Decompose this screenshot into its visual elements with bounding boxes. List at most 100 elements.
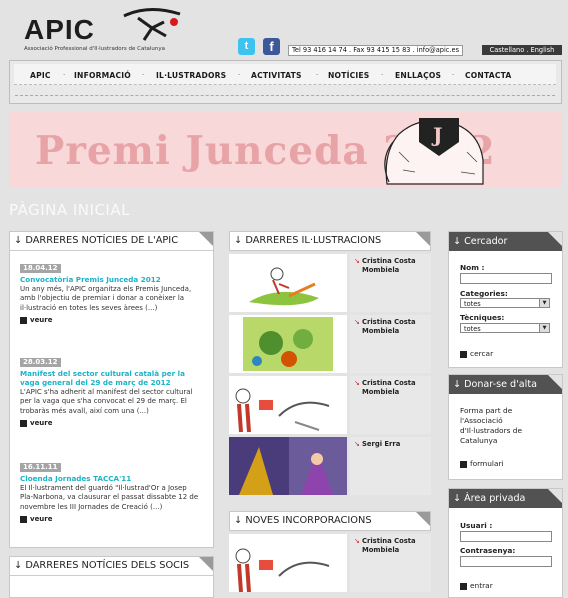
illustration-item[interactable]: ↘ Cristina Costa Mombiela (229, 254, 431, 312)
illustration-item[interactable]: ↘ Cristina Costa Mombiela (229, 376, 431, 434)
arrow-icon: ↘ (354, 379, 360, 387)
news-text: El Il·lustrament del guardó "Il·lustrad'… (20, 484, 199, 511)
read-more-button[interactable]: veure (20, 419, 200, 427)
read-more-button[interactable]: veure (20, 515, 200, 523)
signup-form-button[interactable]: formulari (460, 459, 504, 468)
illustrations-heading-text: ↓ DARRERES IL·LUSTRACIONS (234, 235, 382, 246)
illustration-item[interactable]: ↘ Cristina Costa Mombiela (229, 315, 431, 373)
logo-runner-icon (123, 8, 181, 41)
page-title: PÀGINA INICIAL (9, 201, 130, 219)
illustration-author[interactable]: Cristina Costa Mombiela (362, 379, 430, 397)
illustration-thumbnail[interactable] (229, 315, 347, 373)
name-input[interactable] (460, 273, 552, 284)
nav-separator: · (316, 71, 319, 79)
name-label: Nom : (460, 263, 485, 272)
illustration-meta: ↘ Cristina Costa Mombiela (350, 254, 431, 312)
arrow-icon (460, 350, 467, 358)
techniques-select[interactable]: totes ▼ (460, 323, 550, 333)
news-heading: ↓ DARRERES NOTÍCIES DE L'APIC (10, 232, 213, 251)
user-label: Usuari : (460, 521, 493, 530)
illustration-author[interactable]: Cristina Costa Mombiela (362, 318, 430, 336)
new-member-item[interactable]: ↘ Cristina Costa Mombiela (229, 534, 431, 592)
search-panel: ↓ Cercador Nom : Categories: totes ▼ Tècn… (448, 231, 563, 368)
logo-text: APIC (24, 14, 95, 45)
new-members-heading: ↓ NOVES INCORPORACIONS (229, 511, 431, 531)
arrow-icon: ↘ (354, 440, 360, 448)
chevron-down-icon: ▼ (539, 324, 549, 332)
arrow-icon (20, 515, 27, 523)
logo[interactable]: APIC Associació Professional d'Il·lustra… (24, 6, 194, 56)
search-heading-text: ↓ Cercador (453, 236, 508, 247)
private-area-panel: ↓ Àrea privada Usuari : Contrasenya: ent… (448, 488, 563, 598)
nav-separator: · (142, 71, 145, 79)
new-member-meta: ↘ Cristina Costa Mombiela (350, 534, 431, 592)
nav-item-enllacos[interactable]: ENLLAÇOS (395, 71, 441, 80)
nav-bar: APIC · INFORMACIÓ · IL·LUSTRADORS · ACTI… (14, 64, 556, 85)
nav-divider (15, 95, 555, 96)
illustration-thumbnail[interactable] (229, 437, 347, 495)
illustrations-panel: ↓ DARRERES IL·LUSTRACIONS ↘ Cristina Cost… (229, 231, 431, 501)
illustration-thumbnail[interactable] (229, 254, 347, 312)
arrow-icon: ↘ (354, 257, 360, 265)
private-area-heading: ↓ Àrea privada (449, 489, 562, 508)
password-label: Contrasenya: (460, 546, 516, 555)
nav-item-activitats[interactable]: ACTIVITATS (251, 71, 302, 80)
nav-item-contacta[interactable]: CONTACTA (465, 71, 512, 80)
banner[interactable]: Premi Junceda 2012 J (9, 112, 562, 187)
news-item: 28.03.12 Manifest del sector cultural ca… (20, 357, 200, 427)
facebook-icon[interactable]: f (263, 38, 280, 55)
signup-heading: ↓ Donar-se d'alta (449, 375, 562, 394)
chevron-down-icon: ▼ (539, 299, 549, 307)
contact-info: Tel 93 416 14 74 . Fax 93 415 15 83 . in… (288, 45, 464, 56)
nav-item-informacio[interactable]: INFORMACIÓ (74, 71, 131, 80)
private-area-heading-text: ↓ Àrea privada (453, 493, 526, 504)
new-member-thumbnail[interactable] (229, 534, 347, 592)
new-members-heading-text: ↓ NOVES INCORPORACIONS (234, 515, 372, 526)
illustration-meta: ↘ Cristina Costa Mombiela (350, 315, 431, 373)
news-date: 18.04.12 (20, 264, 61, 273)
illustration-author[interactable]: Cristina Costa Mombiela (362, 257, 430, 275)
nav-separator: · (452, 71, 455, 79)
new-member-author[interactable]: Cristina Costa Mombiela (362, 537, 430, 555)
nav-item-apic[interactable]: APIC (30, 71, 51, 80)
news-title[interactable]: Convocatòria Premis Junceda 2012 (20, 275, 200, 284)
news-text: L'APIC s'ha adherit al manifest del sect… (20, 388, 193, 415)
categories-label: Categories: (460, 289, 508, 298)
illustration-meta: ↘ Sergi Erra (350, 437, 431, 495)
categories-select[interactable]: totes ▼ (460, 298, 550, 308)
illustration-meta: ↘ Cristina Costa Mombiela (350, 376, 431, 434)
news-title[interactable]: Manifest del sector cultural català per … (20, 369, 200, 387)
illustrations-heading: ↓ DARRERES IL·LUSTRACIONS (229, 231, 431, 251)
main-nav: APIC · INFORMACIÓ · IL·LUSTRADORS · ACTI… (9, 60, 562, 104)
elephant-illustration: J (384, 118, 484, 185)
nav-item-noticies[interactable]: NOTÍCIES (328, 71, 369, 80)
search-heading: ↓ Cercador (449, 232, 562, 251)
illustration-author[interactable]: Sergi Erra (362, 440, 430, 449)
news-text: Un any més, l'APIC organitza els Premis … (20, 285, 192, 312)
signup-heading-text: ↓ Donar-se d'alta (453, 379, 537, 390)
signup-panel: ↓ Donar-se d'alta Forma part de l'Associ… (448, 374, 563, 480)
new-members-panel: ↓ NOVES INCORPORACIONS ↘ Cristina Costa M… (229, 511, 431, 596)
arrow-icon: ↘ (354, 537, 360, 545)
arrow-icon (460, 460, 467, 468)
news-panel: ↓ DARRERES NOTÍCIES DE L'APIC 18.04.12 C… (9, 231, 214, 548)
signup-text: Forma part de l'Associació d'Il·lustrado… (460, 406, 523, 445)
read-more-button[interactable]: veure (20, 316, 200, 324)
user-input[interactable] (460, 531, 552, 542)
news-title[interactable]: Cloenda Jornades TACCA'11 (20, 474, 200, 483)
news-item: 18.04.12 Convocatòria Premis Junceda 201… (20, 263, 200, 324)
techniques-label: Tècniques: (460, 313, 505, 322)
search-button[interactable]: cercar (460, 349, 493, 358)
language-switcher[interactable]: Castellano . English (482, 45, 562, 55)
members-news-heading: ↓ DARRERES NOTÍCIES DELS SOCIS (10, 557, 213, 576)
illustration-item[interactable]: ↘ Sergi Erra (229, 437, 431, 495)
twitter-icon[interactable]: t (238, 38, 255, 55)
nav-item-illustradors[interactable]: IL·LUSTRADORS (156, 71, 226, 80)
categories-value: totes (464, 300, 481, 308)
arrow-icon (20, 316, 27, 324)
password-input[interactable] (460, 556, 552, 567)
illustration-thumbnail[interactable] (229, 376, 347, 434)
news-date: 28.03.12 (20, 358, 61, 367)
login-button[interactable]: entrar (460, 581, 493, 590)
arrow-icon (20, 419, 27, 427)
